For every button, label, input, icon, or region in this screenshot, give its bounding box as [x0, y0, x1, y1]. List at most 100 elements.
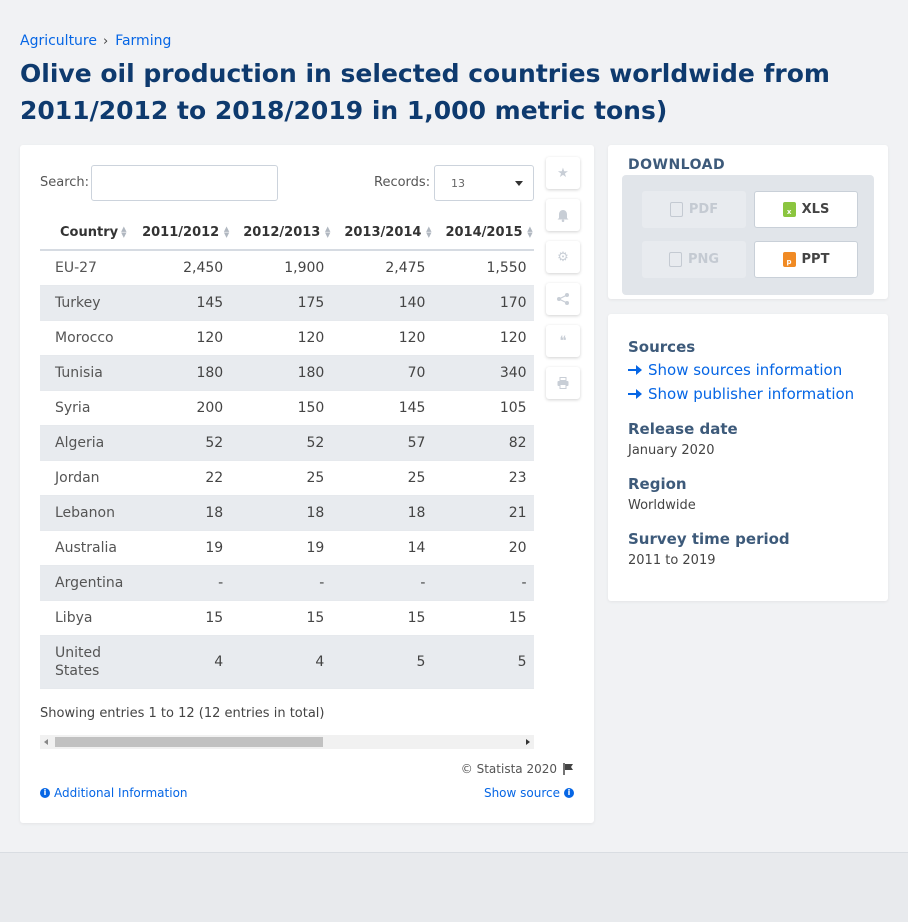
table-viewport: Country ▲ ▼ 2011/2012 ▲ ▼ 2012/2013 ▲ ▼ 2013/2… — [40, 215, 534, 690]
sources-heading: Sources — [628, 338, 696, 356]
share-icon[interactable] — [546, 283, 580, 315]
additional-information-link[interactable]: i Additional Information — [40, 786, 188, 800]
value-cell: 2,450 — [142, 250, 244, 286]
sort-icon: ▲ ▼ — [527, 225, 533, 239]
png-label: PNG — [687, 252, 720, 267]
country-cell: Libya — [40, 600, 143, 636]
sort-icon: ▲ ▼ — [121, 225, 127, 239]
column-header-2011-2012[interactable]: 2011/2012 ▲ ▼ — [142, 215, 244, 251]
column-header-country[interactable]: Country ▲ ▼ — [40, 215, 143, 251]
xls-file-icon: x — [782, 202, 796, 217]
copyright: © Statista 2020 — [461, 762, 574, 776]
value-cell: 105 — [445, 390, 534, 426]
scroll-right-icon[interactable] — [526, 739, 530, 745]
records-value: 13 — [451, 177, 465, 190]
value-cell: 25 — [344, 460, 446, 496]
show-publisher-link[interactable]: Show publisher information — [628, 385, 854, 403]
country-cell: Turkey — [40, 285, 143, 321]
column-header-2014-2015[interactable]: 2014/2015 ▲ ▼ — [445, 215, 534, 251]
country-cell: Lebanon — [40, 495, 143, 531]
region-label: Region — [628, 475, 687, 493]
value-cell: 19 — [243, 530, 345, 566]
value-cell: 22 — [142, 460, 244, 496]
ppt-label: PPT — [801, 252, 830, 267]
column-header-2012-2013[interactable]: 2012/2013 ▲ ▼ — [243, 215, 345, 251]
download-buttons: PDF x XLS PNG p PPT — [622, 175, 874, 295]
value-cell: - — [142, 565, 244, 601]
show-source-label: Show source — [483, 786, 560, 800]
column-header-2013-2014[interactable]: 2013/2014 ▲ ▼ — [344, 215, 446, 251]
entries-info: Showing entries 1 to 12 (12 entries in t… — [40, 706, 325, 721]
show-source-link[interactable]: Show source i — [484, 786, 574, 800]
tool-column: ★ ⚙ ❝ — [546, 157, 582, 409]
breadcrumb-agriculture[interactable]: Agriculture — [20, 33, 97, 49]
value-cell: 180 — [243, 355, 345, 391]
table-row: Syria 200 150 145 105 — [40, 390, 534, 426]
value-cell: 1,900 — [243, 250, 345, 286]
show-sources-label: Show sources information — [648, 361, 843, 379]
breadcrumb-farming[interactable]: Farming — [115, 33, 171, 49]
show-sources-link[interactable]: Show sources information — [628, 361, 842, 379]
value-cell: - — [243, 565, 345, 601]
value-cell: 19 — [142, 530, 244, 566]
survey-period-value: 2011 to 2019 — [628, 553, 716, 568]
value-cell: 18 — [142, 495, 244, 531]
scrollbar-thumb[interactable] — [55, 737, 323, 747]
star-icon[interactable]: ★ — [546, 157, 580, 189]
table-row: United States 4 4 5 5 — [40, 635, 534, 689]
ppt-file-icon: p — [782, 252, 796, 267]
gear-icon[interactable]: ⚙ — [546, 241, 580, 273]
value-cell: 18 — [344, 495, 446, 531]
png-button[interactable]: PNG — [642, 241, 746, 278]
chevron-down-icon — [515, 181, 523, 186]
value-cell: 340 — [445, 355, 534, 391]
value-cell: 15 — [344, 600, 446, 636]
value-cell: 170 — [445, 285, 534, 321]
country-cell: EU-27 — [40, 250, 143, 286]
quote-icon[interactable]: ❝ — [546, 325, 580, 357]
value-cell: 15 — [445, 600, 534, 636]
arrow-right-icon — [628, 389, 642, 399]
info-icon: i — [40, 788, 50, 798]
table-row: Australia 19 19 14 20 — [40, 530, 534, 566]
data-table: Country ▲ ▼ 2011/2012 ▲ ▼ 2012/2013 ▲ ▼ 2013/2… — [40, 215, 534, 689]
value-cell: 52 — [243, 425, 345, 461]
pdf-label: PDF — [688, 202, 719, 217]
table-row: Algeria 52 52 57 82 — [40, 425, 534, 461]
search-input[interactable] — [91, 165, 278, 201]
horizontal-scrollbar[interactable] — [40, 735, 534, 749]
value-cell: 4 — [142, 635, 244, 689]
sort-icon: ▲ ▼ — [426, 225, 432, 239]
records-select[interactable]: 13 — [434, 165, 534, 201]
table-header-row: Country ▲ ▼ 2011/2012 ▲ ▼ 2012/2013 ▲ ▼ 2013/2… — [40, 215, 534, 251]
xls-button[interactable]: x XLS — [754, 191, 858, 228]
table-row: Tunisia 180 180 70 340 — [40, 355, 534, 391]
release-date-value: January 2020 — [628, 443, 715, 458]
country-cell: Syria — [40, 390, 143, 426]
table-row: Argentina - - - - — [40, 565, 534, 601]
value-cell: 5 — [445, 635, 534, 689]
value-cell: 21 — [445, 495, 534, 531]
xls-label: XLS — [801, 202, 830, 217]
value-cell: 180 — [142, 355, 244, 391]
download-title: DOWNLOAD — [628, 157, 726, 173]
value-cell: 175 — [243, 285, 345, 321]
value-cell: 200 — [142, 390, 244, 426]
release-date-label: Release date — [628, 420, 738, 438]
ppt-button[interactable]: p PPT — [754, 241, 858, 278]
value-cell: - — [344, 565, 446, 601]
value-cell: 2,475 — [344, 250, 446, 286]
value-cell: 70 — [344, 355, 446, 391]
sort-icon: ▲ ▼ — [223, 225, 230, 239]
print-icon[interactable] — [546, 367, 580, 399]
flag-icon[interactable] — [563, 763, 574, 775]
page-title: Olive oil production in selected countri… — [20, 59, 830, 125]
png-file-icon — [668, 252, 682, 267]
table-row: EU-27 2,450 1,900 2,475 1,550 — [40, 250, 534, 286]
pdf-button[interactable]: PDF — [642, 191, 746, 228]
value-cell: 14 — [344, 530, 446, 566]
value-cell: 145 — [142, 285, 244, 321]
bell-icon[interactable] — [546, 199, 580, 231]
scroll-left-icon[interactable] — [44, 739, 48, 745]
country-cell: Australia — [40, 530, 143, 566]
